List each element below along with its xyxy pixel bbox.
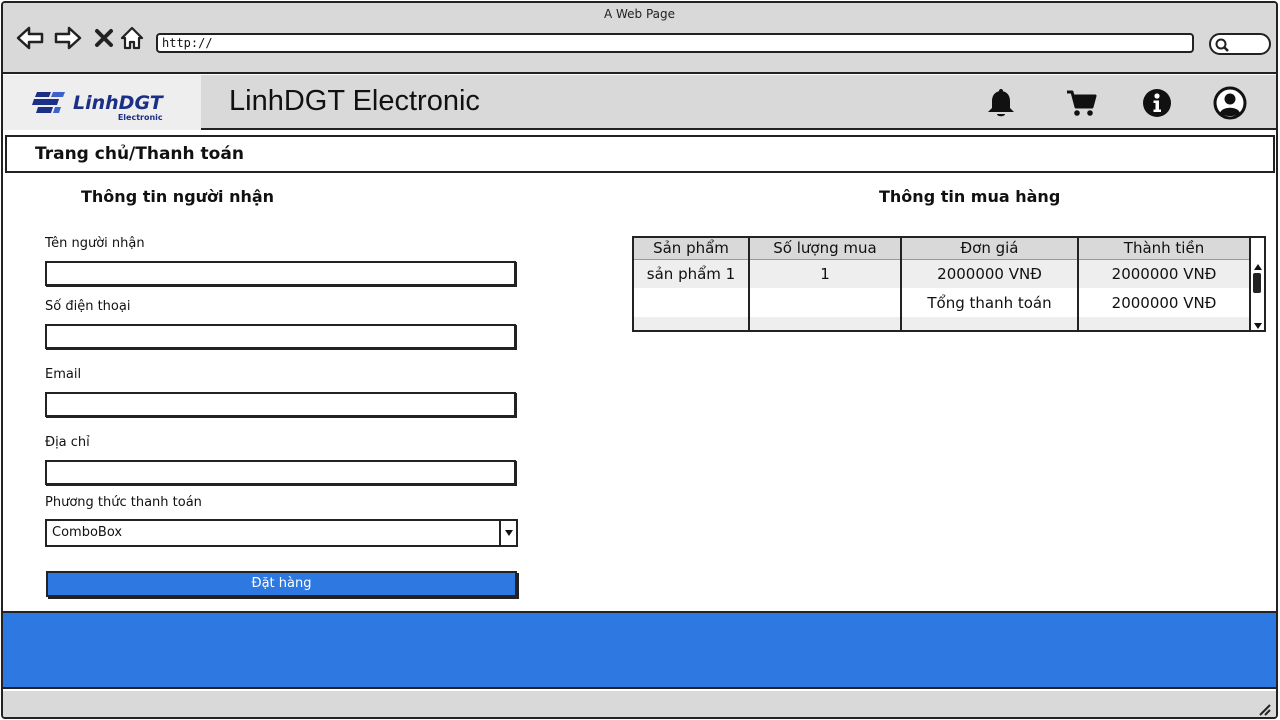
email-field[interactable] [45,392,516,417]
table-cell: sản phẩm 1 [634,259,750,288]
recipient-name-field[interactable] [45,261,516,286]
recipient-name-label: Tên người nhận [45,236,145,251]
stop-icon[interactable] [89,23,119,53]
table-cell [749,288,902,317]
logo-subtitle: Electronic [117,112,163,122]
table-cell: 2000000 VNĐ [1078,259,1251,288]
table-cell: 2000000 VNĐ [901,259,1079,288]
column-header-unit-price: Đơn giá [901,238,1079,260]
scroll-down-icon[interactable] [1252,321,1263,330]
home-icon[interactable] [117,23,147,53]
table-row[interactable]: sản phẩm 1 1 2000000 VNĐ 2000000 VNĐ [634,259,1251,288]
address-bar[interactable]: http:// [156,33,1194,53]
payment-method-value: ComboBox [52,525,123,540]
app-header: LinhDGT Electronic LinhDGT Electronic [3,75,1276,130]
table-cell: 2000000 VNĐ [1078,288,1251,317]
logo-title: LinhDGT [73,91,163,114]
purchase-table: Sản phẩm Số lượng mua Đơn giá Thành tiền… [632,236,1266,332]
table-cell [634,288,750,317]
window-title: A Web Page [603,7,676,21]
purchase-title: Thông tin mua hàng [879,187,1061,206]
table-cell: 1 [749,259,902,288]
user-icon[interactable] [1212,85,1248,121]
resize-grip-icon[interactable] [1256,701,1272,717]
info-icon[interactable] [1139,85,1175,121]
payment-method-select[interactable]: ComboBox [45,519,518,547]
bell-icon[interactable] [983,85,1019,121]
back-icon[interactable] [15,23,45,53]
browser-search[interactable] [1209,33,1271,55]
column-header-amount: Thành tiền [1078,238,1251,260]
chevron-down-icon[interactable] [499,521,516,545]
address-field[interactable] [45,460,516,485]
table-scrollbar[interactable] [1250,261,1264,330]
table-row[interactable]: Tổng thanh toán 2000000 VNĐ [634,288,1251,317]
column-header-quantity: Số lượng mua [749,238,902,260]
search-icon [1215,38,1229,52]
brand-title: LinhDGT Electronic [229,85,480,117]
payment-method-label: Phương thức thanh toán [45,495,202,510]
browser-window: A Web Page http:// LinhDGT Electronic Li… [1,1,1278,719]
scroll-up-icon[interactable] [1252,262,1263,272]
email-label: Email [45,367,82,382]
cart-icon[interactable] [1063,85,1099,121]
place-order-button[interactable]: Đặt hàng [46,571,517,597]
forward-icon[interactable] [53,23,83,53]
column-header-product: Sản phẩm [634,238,750,260]
phone-field[interactable] [45,324,516,349]
breadcrumb: Trang chủ/Thanh toán [5,135,1275,173]
footer [3,611,1276,689]
table-cell: Tổng thanh toán [901,288,1079,317]
phone-label: Số điện thoại [45,299,131,314]
address-label: Địa chỉ [45,435,90,450]
logo-icon [32,91,65,113]
browser-chrome: A Web Page http:// [3,3,1276,74]
logo[interactable]: LinhDGT Electronic [3,75,201,130]
recipient-title: Thông tin người nhận [81,187,275,206]
table-row-empty [634,317,1251,330]
table-header-row: Sản phẩm Số lượng mua Đơn giá Thành tiền [634,238,1251,260]
logo-text: LinhDGT Electronic [73,91,163,122]
status-bar [3,691,1276,717]
scroll-thumb[interactable] [1253,273,1261,293]
